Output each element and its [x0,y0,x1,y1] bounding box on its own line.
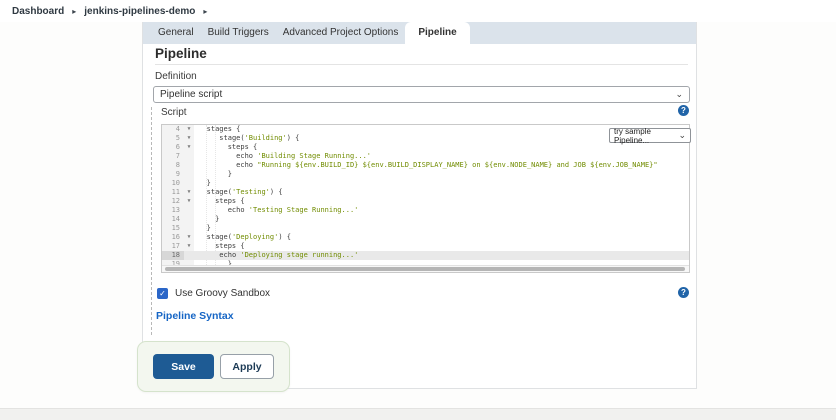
line-number: 14 [162,215,184,224]
line-number: 13 [162,206,184,215]
chevron-down-icon: ⌄ [678,131,686,140]
code-text: echo "Running ${env.BUILD_ID} ${env.BUIL… [194,161,658,169]
line-number: 5 [162,134,184,143]
editor-line-9: 9 } [162,170,689,179]
script-label: Script [161,107,187,118]
editor-line-15: 15 } [162,224,689,233]
code-text: } [194,179,211,187]
breadcrumb: Dashboard ▸ jenkins-pipelines-demo ▸ [0,0,836,22]
line-number: 18 [162,251,184,260]
line-number: 7 [162,152,184,161]
editor-line-10: 10 } [162,179,689,188]
bottom-app-bar: Save Apply [137,341,290,392]
fold-icon[interactable]: ▼ [184,188,194,197]
title-divider [155,64,688,65]
breadcrumb-item[interactable]: Dashboard [12,6,64,17]
code-text: echo 'Deploying stage running...' [194,251,358,259]
fold-icon[interactable]: ▼ [184,242,194,251]
page-title: Pipeline [155,46,207,61]
line-number: 12 [162,197,184,206]
groovy-sandbox-checkbox[interactable]: ✓ [157,288,168,299]
tab-pipeline[interactable]: Pipeline [405,22,469,44]
editor-line-13: 13 echo 'Testing Stage Running...' [162,206,689,215]
editor-horizontal-scrollbar [162,265,689,272]
scrollbar-thumb[interactable] [165,267,685,271]
chevron-down-icon: ⌄ [675,90,683,99]
pipeline-syntax-link[interactable]: Pipeline Syntax [156,310,234,322]
footer-divider [0,408,836,420]
editor-viewport: 4▼ stages {5▼ stage('Building') {6▼ step… [162,125,689,265]
line-number: 10 [162,179,184,188]
code-text: steps { [194,242,245,250]
save-button[interactable]: Save [153,354,214,379]
sample-pipeline-select-value: try sample Pipeline... [614,127,678,145]
code-text: } [194,224,211,232]
definition-select[interactable]: Pipeline script ⌄ [153,86,690,103]
editor-line-16: 16▼ stage('Deploying') { [162,233,689,242]
line-number: 8 [162,161,184,170]
code-text: stage('Deploying') { [194,233,291,241]
help-icon[interactable]: ? [678,105,689,116]
editor-line-6: 6▼ steps { [162,143,689,152]
code-text: steps { [194,197,245,205]
help-icon[interactable]: ? [678,287,689,298]
jenkins-config-page: Dashboard ▸ jenkins-pipelines-demo ▸ Genera… [0,0,836,420]
sandbox-row: ✓ Use Groovy Sandbox [157,288,270,299]
fold-icon[interactable]: ▼ [184,143,194,152]
code-text: steps { [194,143,257,151]
section-indent-line [151,107,152,335]
code-text: stage('Building') { [194,134,299,142]
line-number: 4 [162,125,184,134]
tab-build-triggers[interactable]: Build Triggers [201,22,276,44]
sandbox-label: Use Groovy Sandbox [175,288,270,299]
definition-label: Definition [155,71,197,82]
pipeline-script-editor[interactable]: 4▼ stages {5▼ stage('Building') {6▼ step… [161,124,690,273]
line-number: 15 [162,224,184,233]
config-panel: GeneralBuild TriggersAdvanced Project Op… [142,22,697,389]
fold-icon[interactable]: ▼ [184,125,194,134]
fold-icon[interactable]: ▼ [184,233,194,242]
breadcrumb-item[interactable]: jenkins-pipelines-demo [84,6,195,17]
fold-icon[interactable]: ▼ [184,197,194,206]
fold-icon[interactable]: ▼ [184,134,194,143]
code-text: stages { [194,125,240,133]
code-text: echo 'Building Stage Running...' [194,152,371,160]
line-number: 9 [162,170,184,179]
tab-general[interactable]: General [151,22,201,44]
editor-line-7: 7 echo 'Building Stage Running...' [162,152,689,161]
breadcrumb-separator-icon: ▸ [72,7,76,16]
tab-advanced-project-options[interactable]: Advanced Project Options [276,22,406,44]
editor-line-14: 14 } [162,215,689,224]
sample-pipeline-select[interactable]: try sample Pipeline... ⌄ [609,128,691,143]
line-number: 16 [162,233,184,242]
editor-line-18: 18 echo 'Deploying stage running...' [162,251,689,260]
editor-line-17: 17▼ steps { [162,242,689,251]
line-number: 17 [162,242,184,251]
line-number: 11 [162,188,184,197]
editor-line-8: 8 echo "Running ${env.BUILD_ID} ${env.BU… [162,161,689,170]
definition-select-value: Pipeline script [160,89,222,100]
breadcrumb-separator-icon: ▸ [203,7,207,16]
apply-button[interactable]: Apply [220,354,274,379]
code-text: } [194,170,232,178]
editor-line-12: 12▼ steps { [162,197,689,206]
code-text: echo 'Testing Stage Running...' [194,206,358,214]
code-text: } [194,215,219,223]
code-text: stage('Testing') { [194,188,283,196]
editor-line-11: 11▼ stage('Testing') { [162,188,689,197]
line-number: 6 [162,143,184,152]
tab-bar: GeneralBuild TriggersAdvanced Project Op… [143,22,696,44]
